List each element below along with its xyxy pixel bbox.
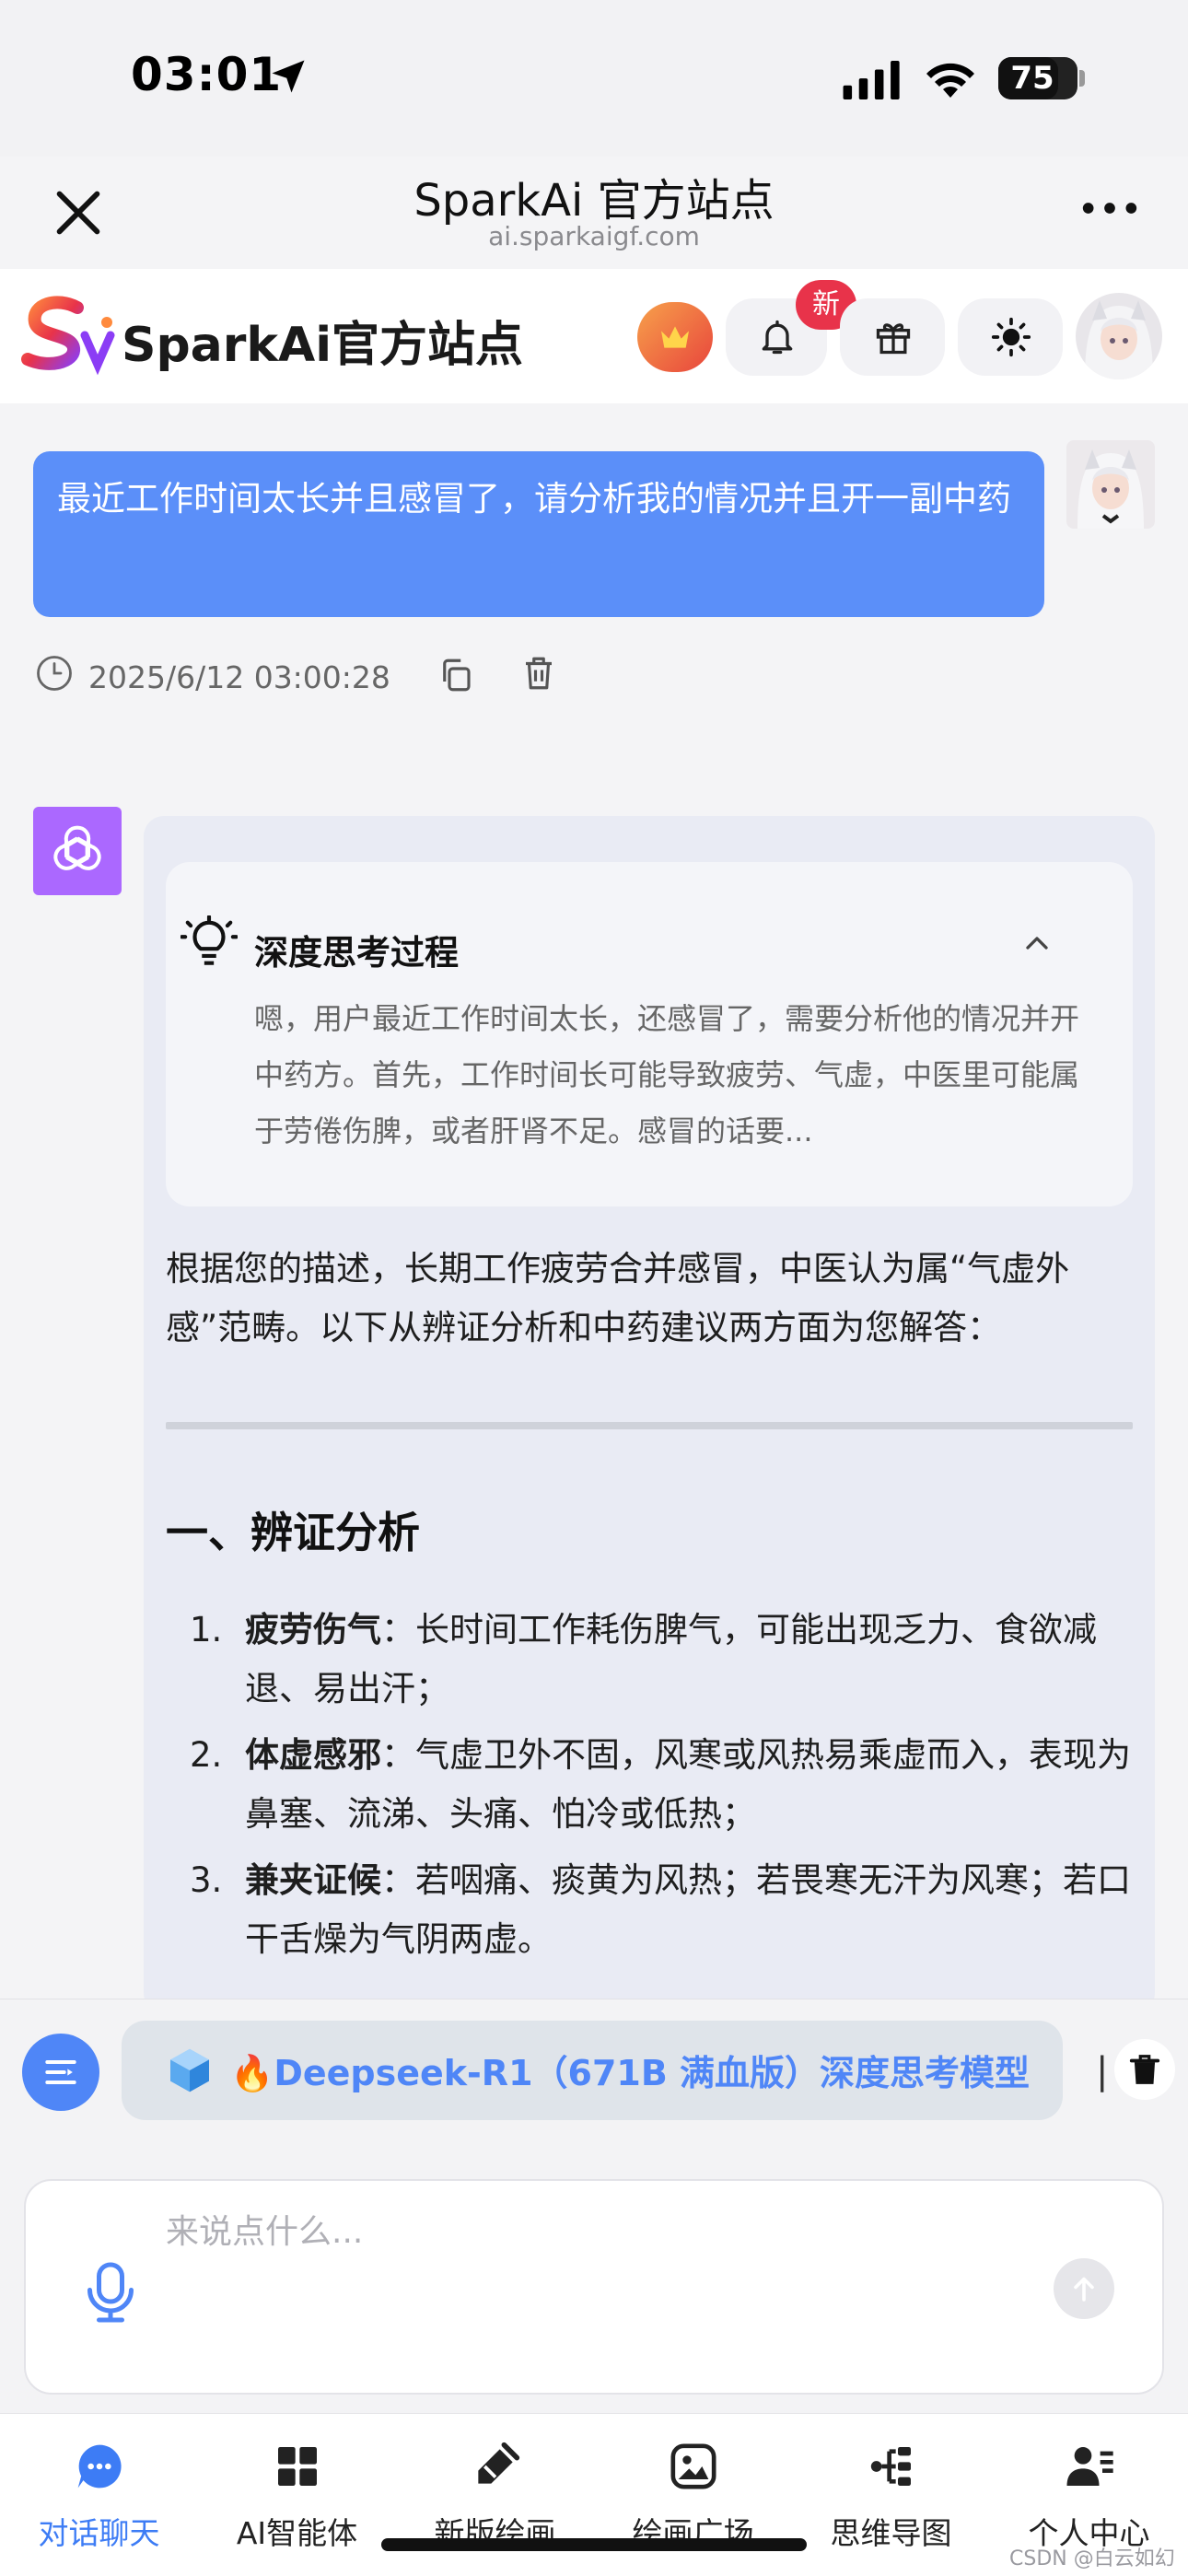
copy-icon[interactable] bbox=[437, 656, 475, 694]
tab-label: AI智能体 bbox=[236, 2515, 358, 2551]
separator: | bbox=[1096, 2050, 1109, 2092]
divider bbox=[166, 1422, 1133, 1429]
avatar-illustration bbox=[1066, 440, 1155, 529]
cube-icon bbox=[170, 2048, 209, 2092]
chevron-up-icon[interactable] bbox=[1019, 925, 1055, 962]
list-term: 疲劳伤气 bbox=[245, 1610, 381, 1649]
delete-message-icon[interactable] bbox=[519, 654, 558, 693]
wifi-icon bbox=[926, 63, 974, 98]
status-time: 03:01 bbox=[131, 48, 283, 101]
more-options-icon[interactable] bbox=[1077, 190, 1142, 227]
tab-new-drawing[interactable]: 新版绘画 bbox=[396, 2441, 594, 2553]
vip-crown-button[interactable] bbox=[637, 302, 713, 372]
user-message-bubble: 最近工作时间太长并且感冒了，请分析我的情况并且开一副中药 bbox=[33, 451, 1044, 617]
tab-ai-agents[interactable]: AI智能体 bbox=[198, 2441, 396, 2553]
tab-drawing-gallery[interactable]: 绘画广场 bbox=[594, 2441, 792, 2553]
theme-toggle-button[interactable] bbox=[958, 298, 1063, 376]
answer-intro: 根据您的描述，长期工作疲劳合并感冒，中医认为属“气虚外感”范畴。以下从辨证分析和… bbox=[166, 1249, 1070, 1347]
trash-icon bbox=[1129, 2055, 1160, 2084]
list-term: 兼夹证候 bbox=[245, 1860, 381, 1900]
openai-logo-icon bbox=[53, 825, 101, 870]
browser-title: SparkAi 官方站点 bbox=[413, 175, 775, 227]
list-number: 3. bbox=[190, 1860, 223, 1900]
clock-icon bbox=[37, 656, 72, 691]
chat-bubble-icon bbox=[77, 2444, 122, 2489]
bell-icon bbox=[762, 320, 793, 355]
tab-mind-map[interactable]: 思维导图 bbox=[792, 2441, 990, 2553]
gift-icon bbox=[876, 323, 911, 355]
home-indicator bbox=[381, 2538, 807, 2551]
clear-chat-button[interactable] bbox=[1114, 2039, 1175, 2100]
message-timestamp: 2025/6/12 03:00:28 bbox=[88, 659, 390, 695]
tab-label: 对话聊天 bbox=[38, 2515, 160, 2551]
list-number: 2. bbox=[190, 1735, 223, 1775]
crown-icon bbox=[661, 326, 689, 348]
list-item: 1. 疲劳伤气：长时间工作耗伤脾气，可能出现乏力、食欲减退、易出汗； bbox=[184, 1601, 1142, 1719]
answer-list: 1. 疲劳伤气：长时间工作耗伤脾气，可能出现乏力、食欲减退、易出汗； 2. 体虚感邪… bbox=[184, 1601, 1142, 1976]
tab-label: 思维导图 bbox=[830, 2515, 952, 2551]
list-item: 2. 体虚感邪：气虚卫外不固，风寒或风热易乘虚而入，表现为鼻塞、流涕、头痛、怕冷或… bbox=[184, 1726, 1142, 1844]
avatar-illustration bbox=[1076, 293, 1162, 379]
browser-url: ai.sparkaigf.com bbox=[488, 221, 700, 251]
image-icon bbox=[670, 2443, 716, 2489]
brush-icon bbox=[477, 2442, 519, 2484]
list-number: 1. bbox=[190, 1610, 223, 1649]
microphone-icon[interactable] bbox=[83, 2260, 138, 2325]
location-arrow-icon bbox=[272, 60, 305, 93]
thinking-text: 嗯，用户最近工作时间太长，还感冒了，需要分析他的情况并开中药方。首先，工作时间长… bbox=[254, 1001, 1080, 1148]
battery-level: 75 bbox=[1010, 60, 1054, 97]
battery-cap bbox=[1079, 70, 1085, 87]
app-name: SparkAi官方站点 bbox=[122, 318, 524, 373]
list-term: 体虚感邪 bbox=[245, 1735, 381, 1775]
cellular-signal-icon bbox=[843, 61, 900, 99]
lightbulb-icon bbox=[181, 915, 238, 965]
gift-button[interactable] bbox=[840, 298, 945, 376]
tab-profile[interactable]: 个人中心 bbox=[990, 2441, 1188, 2553]
bot-avatar bbox=[33, 807, 122, 895]
user-message-avatar bbox=[1066, 440, 1155, 529]
thinking-title: 深度思考过程 bbox=[254, 933, 459, 973]
list-item: 3. 兼夹证候：若咽痛、痰黄为风热；若畏寒无汗为风寒；若口干舌燥为气阴两虚。 bbox=[184, 1851, 1142, 1969]
tab-chat[interactable]: 对话聊天 bbox=[0, 2441, 198, 2553]
section-heading: 一、辨证分析 bbox=[166, 1508, 420, 1557]
arrow-up-icon bbox=[1074, 2277, 1094, 2302]
menu-button[interactable] bbox=[22, 2034, 99, 2111]
spark-logo-icon[interactable] bbox=[20, 295, 116, 378]
mindmap-icon bbox=[870, 2447, 911, 2486]
input-placeholder: 来说点什么... bbox=[166, 2213, 364, 2251]
battery-indicator: 75 bbox=[998, 57, 1077, 99]
model-name: 🔥Deepseek-R1（671B 满血版）深度思考模型 bbox=[230, 2053, 1031, 2093]
list-menu-icon bbox=[45, 2059, 76, 2085]
user-avatar[interactable] bbox=[1076, 293, 1162, 379]
user-icon bbox=[1066, 2447, 1113, 2486]
send-button[interactable] bbox=[1054, 2258, 1114, 2319]
grid-icon bbox=[277, 2447, 317, 2486]
sun-icon bbox=[991, 317, 1031, 357]
watermark: CSDN @白云如幻 bbox=[1009, 2547, 1175, 2570]
